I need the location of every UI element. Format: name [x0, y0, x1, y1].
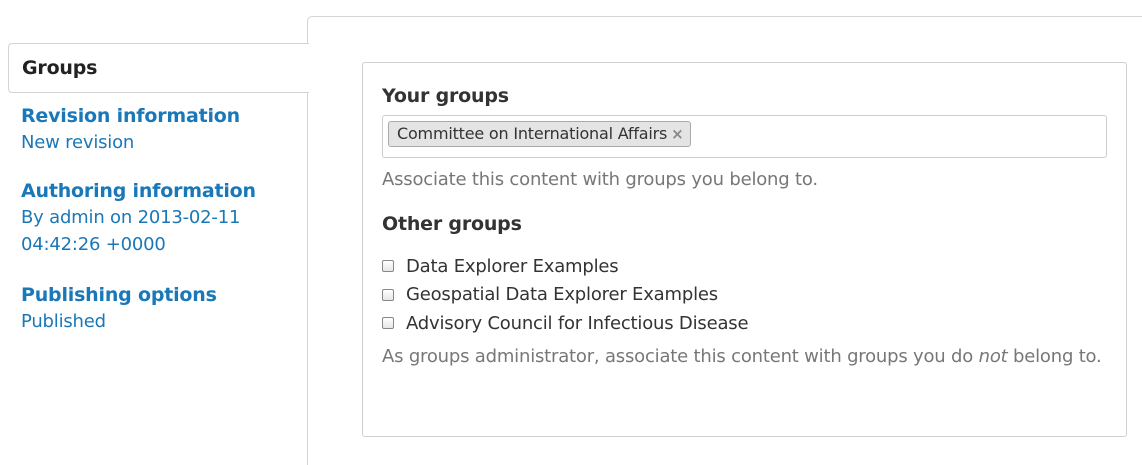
other-groups-help-after: belong to. [1007, 346, 1102, 367]
tab-authoring-summary-line1[interactable]: By admin on 2013-02-11 [21, 204, 308, 231]
other-groups-help: As groups administrator, associate this … [382, 343, 1117, 371]
group-tag-label: Committee on International Affairs [397, 124, 668, 143]
tab-authoring-summary-line2[interactable]: 04:42:26 +0000 [21, 231, 308, 258]
checkbox-option: Advisory Council for Infectious Disease [382, 309, 749, 338]
groups-edit-panel: Groups Revision information New revision… [0, 0, 1142, 465]
tab-revision-information[interactable]: Revision information New revision [8, 103, 308, 156]
checkbox-option: Geospatial Data Explorer Examples [382, 281, 748, 310]
other-groups-help-before: As groups administrator, associate this … [382, 346, 979, 367]
checkbox-option: Data Explorer Examples [382, 252, 748, 281]
checkbox-data-explorer-examples[interactable] [382, 260, 394, 273]
your-groups-label: Your groups [382, 85, 509, 107]
tab-authoring-title[interactable]: Authoring information [21, 178, 308, 204]
tab-revision-title[interactable]: Revision information [21, 103, 308, 129]
tab-publishing-title[interactable]: Publishing options [21, 282, 308, 308]
close-icon[interactable]: × [671, 122, 684, 146]
checkbox-label[interactable]: Advisory Council for Infectious Disease [406, 313, 749, 334]
other-groups-checkbox-list: Data Explorer Examples Geospatial Data E… [382, 252, 749, 338]
tab-groups[interactable]: Groups [8, 43, 309, 93]
vertical-tabs: Groups Revision information New revision… [8, 43, 309, 335]
other-groups-help-emphasis: not [978, 346, 1008, 367]
tab-groups-label: Groups [22, 57, 98, 79]
your-groups-help: Associate this content with groups you b… [382, 169, 818, 190]
checkbox-geospatial-data-explorer-examples[interactable] [382, 288, 394, 301]
group-tag: Committee on International Affairs × [388, 121, 691, 147]
your-groups-input[interactable]: Committee on International Affairs × [382, 115, 1107, 158]
other-groups-label: Other groups [382, 213, 522, 235]
tab-authoring-information[interactable]: Authoring information By admin on 2013-0… [8, 178, 308, 258]
groups-fieldset: Your groups Committee on International A… [362, 62, 1127, 437]
tab-revision-summary[interactable]: New revision [21, 129, 308, 156]
checkbox-label[interactable]: Data Explorer Examples [406, 256, 619, 277]
checkbox-advisory-council[interactable] [382, 317, 394, 330]
checkbox-label[interactable]: Geospatial Data Explorer Examples [406, 284, 718, 305]
tab-publishing-summary[interactable]: Published [21, 308, 308, 335]
tab-publishing-options[interactable]: Publishing options Published [8, 282, 308, 335]
